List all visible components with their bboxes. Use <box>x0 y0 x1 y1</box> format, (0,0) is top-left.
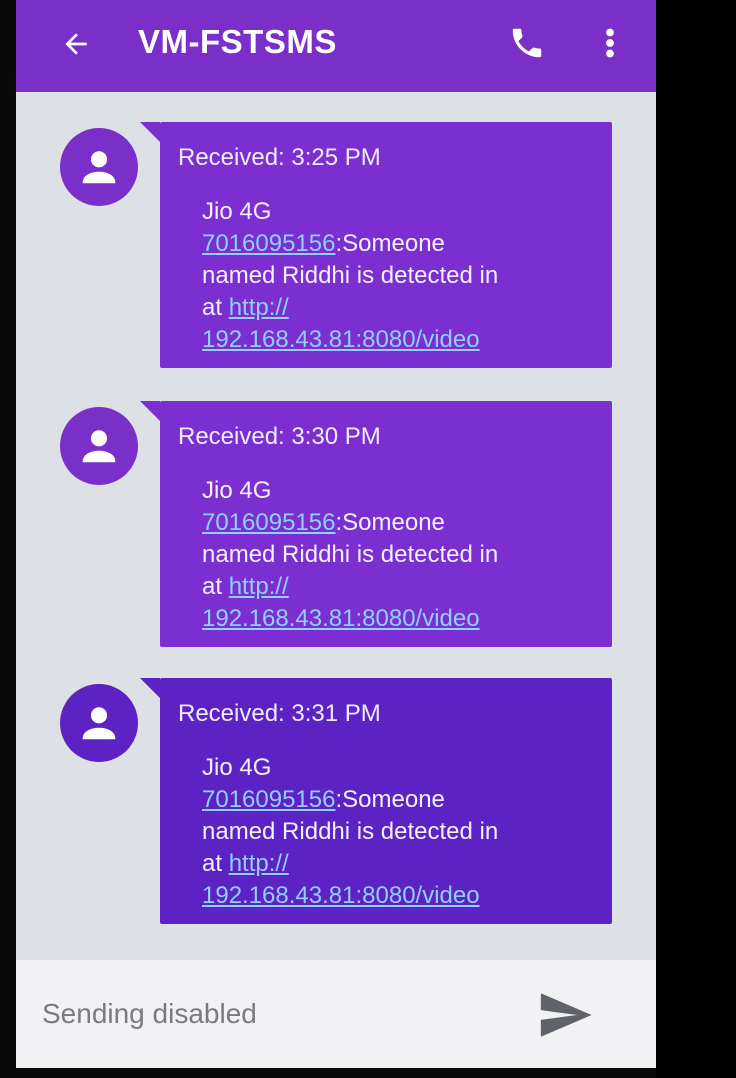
phone-number-link[interactable]: 7016095156 <box>202 230 335 257</box>
message-line: 7016095156:Someone <box>202 507 602 539</box>
received-timestamp: Received: 3:25 PM <box>178 144 381 171</box>
contact-avatar[interactable] <box>60 128 138 206</box>
back-button[interactable] <box>54 22 98 66</box>
app-bar: VM-FSTSMS <box>16 0 656 92</box>
phone-number-link[interactable]: 7016095156 <box>202 786 335 813</box>
url-link[interactable]: 192.168.43.81:8080/video <box>202 605 480 632</box>
message-item: Received: 3:25 PM Jio 4G 7016095156:Some… <box>16 92 656 368</box>
message-line: at http:// <box>202 292 602 324</box>
message-item: Received: 3:30 PM Jio 4G 7016095156:Some… <box>16 371 656 647</box>
phone-icon <box>512 28 542 58</box>
message-bubble[interactable]: Received: 3:30 PM Jio 4G 7016095156:Some… <box>140 401 612 647</box>
conversation-title: VM-FSTSMS <box>138 23 337 60</box>
message-text: :Someone <box>335 786 445 813</box>
contact-avatar[interactable] <box>60 684 138 762</box>
message-line: Jio 4G <box>202 198 272 225</box>
message-line: 7016095156:Someone <box>202 784 602 816</box>
message-line: at http:// <box>202 848 602 880</box>
composer-bar: Sending disabled <box>16 960 656 1068</box>
call-button[interactable] <box>502 18 552 68</box>
send-icon <box>540 993 592 1037</box>
url-link[interactable]: http:// <box>229 573 289 600</box>
message-line: named Riddhi is detected in <box>202 262 499 289</box>
url-link[interactable]: http:// <box>229 850 289 877</box>
more-options-button[interactable] <box>594 18 626 68</box>
message-body: Jio 4G 7016095156:Someone named Riddhi i… <box>202 752 602 912</box>
url-link[interactable]: 192.168.43.81:8080/video <box>202 326 480 353</box>
message-text: at <box>202 294 229 321</box>
person-icon <box>82 707 116 740</box>
message-line: 192.168.43.81:8080/video <box>202 880 602 912</box>
message-body: Jio 4G 7016095156:Someone named Riddhi i… <box>202 475 602 635</box>
person-icon <box>82 151 116 184</box>
send-button[interactable] <box>532 982 598 1048</box>
message-line: 7016095156:Someone <box>202 228 602 260</box>
url-link[interactable]: 192.168.43.81:8080/video <box>202 882 480 909</box>
phone-screen: VM-FSTSMS Received: 3:25 PM Jio 4G 70160… <box>16 0 656 1068</box>
message-line: Jio 4G <box>202 477 272 504</box>
contact-avatar[interactable] <box>60 407 138 485</box>
message-text: at <box>202 850 229 877</box>
message-line: Jio 4G <box>202 754 272 781</box>
message-body: Jio 4G 7016095156:Someone named Riddhi i… <box>202 196 602 356</box>
message-line: 192.168.43.81:8080/video <box>202 324 602 356</box>
message-bubble[interactable]: Received: 3:31 PM Jio 4G 7016095156:Some… <box>140 678 612 924</box>
message-bubble[interactable]: Received: 3:25 PM Jio 4G 7016095156:Some… <box>140 122 612 368</box>
arrow-back-icon <box>65 33 87 55</box>
message-line: named Riddhi is detected in <box>202 818 499 845</box>
message-line: 192.168.43.81:8080/video <box>202 603 602 635</box>
phone-number-link[interactable]: 7016095156 <box>202 509 335 536</box>
person-icon <box>82 430 116 463</box>
message-line: at http:// <box>202 571 602 603</box>
message-text: at <box>202 573 229 600</box>
device-bezel <box>656 0 736 1078</box>
received-timestamp: Received: 3:31 PM <box>178 700 381 727</box>
more-vert-icon <box>606 28 614 58</box>
message-text: :Someone <box>335 509 445 536</box>
url-link[interactable]: http:// <box>229 294 289 321</box>
received-timestamp: Received: 3:30 PM <box>178 423 381 450</box>
message-thread[interactable]: Received: 3:25 PM Jio 4G 7016095156:Some… <box>16 92 656 960</box>
message-text: :Someone <box>335 230 445 257</box>
message-item: Received: 3:31 PM Jio 4G 7016095156:Some… <box>16 648 656 924</box>
message-line: named Riddhi is detected in <box>202 541 499 568</box>
sending-disabled-label: Sending disabled <box>42 998 257 1029</box>
